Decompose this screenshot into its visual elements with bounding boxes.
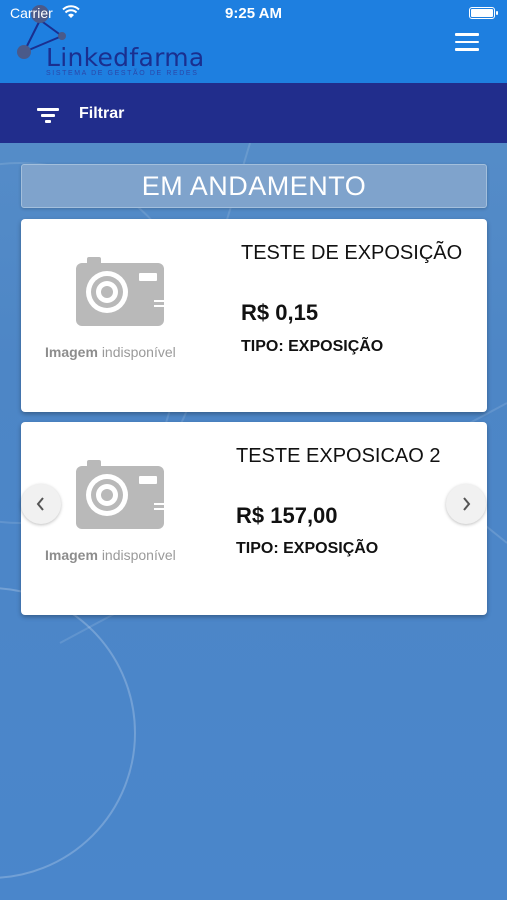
brand-name: Linkedfarma xyxy=(46,43,205,72)
hamburger-menu-icon[interactable] xyxy=(455,33,479,51)
filter-button[interactable]: Filtrar xyxy=(37,101,124,127)
card-title: TESTE EXPOSICAO 2 xyxy=(236,445,441,467)
chevron-left-icon xyxy=(36,497,44,511)
exposure-card[interactable]: Imagem indisponível TESTE DE EXPOSIÇÃO R… xyxy=(21,219,487,412)
section-title: EM ANDAMENTO xyxy=(21,164,487,208)
image-unavailable-label: Imagem indisponível xyxy=(45,344,176,360)
filter-label: Filtrar xyxy=(79,105,125,122)
battery-icon xyxy=(469,7,498,19)
next-button[interactable] xyxy=(446,484,486,524)
card-price: R$ 157,00 xyxy=(236,503,338,528)
card-price: R$ 0,15 xyxy=(241,300,319,325)
chevron-right-icon xyxy=(463,497,471,511)
card-type: TIPO: EXPOSIÇÃO xyxy=(241,338,384,355)
camera-placeholder-icon: Imagem indisponível xyxy=(41,456,201,571)
previous-button[interactable] xyxy=(21,484,61,524)
status-bar: Carrier 9:25 AM xyxy=(0,0,507,26)
camera-placeholder-icon: Imagem indisponível xyxy=(41,253,201,368)
image-unavailable-label: Imagem indisponível xyxy=(45,547,176,563)
card-type: TIPO: EXPOSIÇÃO xyxy=(236,540,379,557)
exposure-card[interactable]: Imagem indisponível TESTE EXPOSICAO 2 R$… xyxy=(21,422,487,615)
status-time: 9:25 AM xyxy=(225,5,282,22)
filter-icon xyxy=(37,105,61,123)
brand-subtitle: Sistema de Gestão de Redes xyxy=(46,70,199,77)
filter-bar: Filtrar xyxy=(0,83,507,143)
card-title: TESTE DE EXPOSIÇÃO xyxy=(241,242,463,264)
